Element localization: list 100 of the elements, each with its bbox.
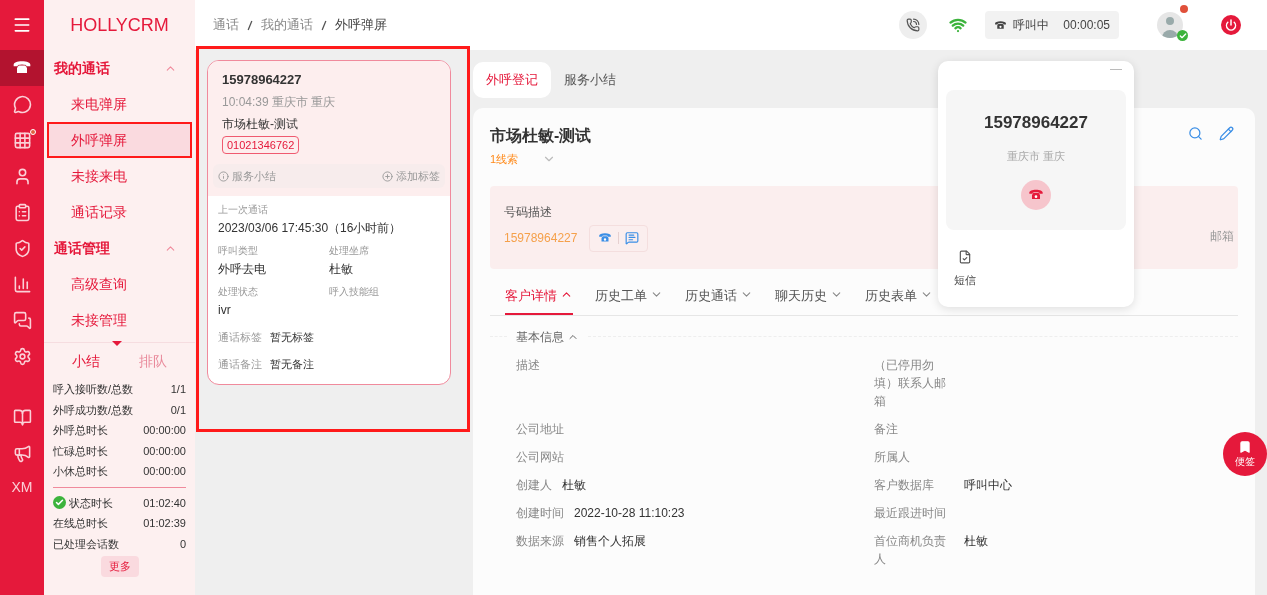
stat-value: 1/1 xyxy=(170,382,186,397)
separator-icon xyxy=(247,19,253,31)
detail-tab[interactable]: 历史表单 xyxy=(865,285,933,315)
menu-icon xyxy=(12,15,32,35)
field-value: 暂无标签 xyxy=(270,330,314,345)
field-value: 暂无备注 xyxy=(270,356,314,372)
field-label: （已停用勿填）联系人邮箱 xyxy=(874,356,947,410)
summary-tab[interactable]: 小结 xyxy=(72,350,101,372)
field-label: 所属人 xyxy=(874,448,911,466)
stat-value: 01:02:39 xyxy=(143,516,186,531)
field-label: 首位商机负责人 xyxy=(874,532,947,568)
field-label: 邮箱 xyxy=(1210,228,1234,245)
summary-tab[interactable]: 排队 xyxy=(138,350,167,372)
separator-icon xyxy=(321,19,327,31)
call-button[interactable] xyxy=(899,11,928,39)
field-label: 通话标签 xyxy=(218,330,262,345)
field-label: 创建人 xyxy=(516,476,552,494)
search-icon[interactable] xyxy=(1188,126,1203,141)
stat-value: 00:00:00 xyxy=(143,464,186,479)
power-button[interactable] xyxy=(1221,15,1241,35)
document-icon xyxy=(958,250,972,264)
menu-group-header[interactable]: 我的通话 xyxy=(44,50,195,86)
megaphone-icon xyxy=(12,443,32,463)
detail-tab[interactable]: 历史工单 xyxy=(595,285,663,315)
book-icon xyxy=(12,407,32,427)
call-location: 重庆市 重庆 xyxy=(1006,148,1066,164)
field-label: 处理坐席 xyxy=(329,244,370,258)
bookmark-icon xyxy=(1238,439,1252,454)
field-label: 处理状态 xyxy=(218,285,259,299)
breadcrumb-item[interactable]: 通话 xyxy=(213,15,239,35)
stat-value: 00:00:00 xyxy=(143,423,186,438)
phone-number: 15978964227 xyxy=(984,112,1088,134)
stat-label: 忙碌总时长 xyxy=(53,443,108,459)
tab[interactable]: 服务小结 xyxy=(551,62,629,98)
detail-tab[interactable]: 聊天历史 xyxy=(775,285,843,315)
avatar[interactable] xyxy=(1157,12,1183,38)
nav-rail-item[interactable] xyxy=(0,50,44,86)
customer-name: 市场杜敏-测试 xyxy=(222,115,299,133)
field-label: 号码描述 xyxy=(504,203,553,221)
call-timer: 00:00:05 xyxy=(1063,17,1110,34)
more-button[interactable]: 更多 xyxy=(100,556,139,577)
field-label: 描述 xyxy=(516,356,540,374)
phone-tag: 01021346762 xyxy=(222,135,300,154)
field-value: 2023/03/06 17:45:30（16小时前） xyxy=(218,220,403,237)
phone-number: 15978964227 xyxy=(222,71,303,89)
field-label: 备注 xyxy=(874,420,899,438)
field-label: 最近跟进时间 xyxy=(874,504,947,522)
stat-value: 00:00:00 xyxy=(143,443,186,459)
field-value: 呼叫中心 xyxy=(964,476,1012,494)
clue-count: 1线索 xyxy=(490,152,519,167)
desk-phone-icon xyxy=(994,18,1008,32)
dial-icon xyxy=(598,231,613,245)
stat-label: 外呼成功数/总数 xyxy=(53,402,134,418)
hang-up-button[interactable] xyxy=(1021,180,1051,210)
menu-item[interactable]: 来电弹屏 xyxy=(47,86,192,122)
chat-icon xyxy=(12,94,32,114)
service-summary-button[interactable]: 服务小结 xyxy=(218,167,276,185)
field-value: 杜敏 xyxy=(329,261,354,278)
settings-icon xyxy=(12,346,32,366)
add-tag-button[interactable]: 添加标签 xyxy=(382,167,440,185)
field-value: 外呼去电 xyxy=(218,261,267,278)
messages-icon xyxy=(12,310,32,330)
stat-label: 状态时长 xyxy=(69,495,113,511)
grid-icon xyxy=(12,130,32,150)
stat-value: 01:02:40 xyxy=(143,495,186,511)
stat-label: 小休总时长 xyxy=(53,464,108,479)
breadcrumb-item: 外呼弹屏 xyxy=(335,16,387,35)
edit-icon[interactable] xyxy=(1219,126,1234,141)
phone-number: 15978964227 xyxy=(504,230,578,247)
menu-item[interactable]: 高级查询 xyxy=(47,266,192,302)
field-value: ivr xyxy=(218,302,232,319)
menu-item[interactable]: 未接管理 xyxy=(47,302,192,338)
field-value: 杜敏 xyxy=(964,532,988,550)
shield-check-icon xyxy=(12,238,32,258)
phone-icon xyxy=(906,18,921,32)
field-value: 2022-10-28 11:10:23 xyxy=(574,504,685,522)
menu-item[interactable]: 未接来电 xyxy=(47,158,192,194)
clipboard-icon xyxy=(12,202,32,222)
field-value: 杜敏 xyxy=(562,476,586,494)
section-header[interactable]: 基本信息 xyxy=(507,327,588,346)
menu-group-header[interactable]: 通话管理 xyxy=(44,230,195,266)
field-label: 数据来源 xyxy=(516,532,564,550)
breadcrumb-item[interactable]: 我的通话 xyxy=(261,15,313,35)
detail-tab[interactable]: 历史通话 xyxy=(685,285,753,315)
stat-value: 0/1 xyxy=(170,402,186,418)
online-check-icon xyxy=(1177,30,1188,41)
plus-icon xyxy=(382,170,393,182)
field-label: 通话备注 xyxy=(218,356,262,372)
selected-caret-icon xyxy=(112,340,123,346)
field-label: 呼入技能组 xyxy=(329,285,380,299)
stat-label: 呼入接听数/总数 xyxy=(53,382,134,397)
stat-label: 在线总时长 xyxy=(53,516,108,531)
detail-tab[interactable]: 客户详情 xyxy=(505,285,573,315)
info-icon xyxy=(218,170,229,182)
message-icon[interactable] xyxy=(625,231,640,245)
tab[interactable]: 外呼登记 xyxy=(473,62,551,98)
menu-item[interactable]: 通话记录 xyxy=(47,194,192,230)
menu-item[interactable]: 外呼弹屏 xyxy=(47,122,192,158)
call-state: 呼叫中 xyxy=(1013,17,1050,34)
sms-button[interactable]: 短信 xyxy=(954,250,976,289)
